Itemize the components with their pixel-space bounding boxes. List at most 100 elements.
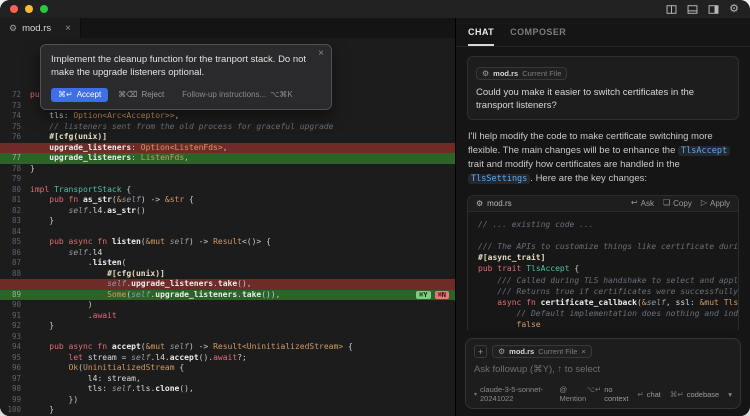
line-number <box>0 279 30 290</box>
toggle-sidebar-right-icon[interactable] <box>707 3 719 15</box>
code-line-row[interactable]: 100 } <box>0 405 455 416</box>
code-line-row[interactable]: 97 l4: stream, <box>0 374 455 385</box>
add-context-button[interactable]: + <box>474 345 487 358</box>
remove-context-icon[interactable]: × <box>581 347 585 356</box>
accept-button[interactable]: ⌘↵ Accept <box>51 88 108 102</box>
code-line-row[interactable]: 75 // listeners sent from the old proces… <box>0 122 455 133</box>
line-number: 80 <box>0 185 30 196</box>
chat-pane: CHATCOMPOSER ⚙ mod.rs Current File Could… <box>455 18 750 416</box>
code-line-row[interactable]: 96 Ok(UninitializedStream { <box>0 363 455 374</box>
model-selector[interactable]: ▾ claude-3-5-sonnet-20241022 <box>474 385 549 403</box>
code-token: accept <box>112 342 141 351</box>
line-number: 96 <box>0 363 30 374</box>
no-context-hint[interactable]: ⌥↵no context <box>586 385 628 403</box>
code-token: self <box>112 384 131 393</box>
code-token <box>30 111 49 120</box>
code-token <box>30 342 49 351</box>
code-token: l4 <box>88 374 98 383</box>
code-line-row[interactable]: 80impl TransportStack { <box>0 185 455 196</box>
line-number: 82 <box>0 206 30 217</box>
code-line-row[interactable]: 94 pub async fn accept(&mut self) -> Res… <box>0 342 455 353</box>
chat-input-placeholder[interactable]: Ask followup (⌘Y), ↑ to select <box>474 364 732 375</box>
code-editor[interactable]: 72pub(crate) struct TransportStack {73 l… <box>0 38 455 416</box>
editor-pane: ⚙ mod.rs × 72pub(crate) struct Transport… <box>0 18 455 416</box>
code-token <box>30 248 69 257</box>
code-line-row[interactable]: 82 self.l4.as_str() <box>0 206 455 217</box>
code-line-row[interactable]: 88 #[cfg(unix)] <box>0 269 455 280</box>
code-token: { <box>122 185 132 194</box>
code-line-row[interactable]: 74 tls: Option<Arc<Acceptor>>, <box>0 111 455 122</box>
added-code-line[interactable]: 77 upgrade_listeners: ListenFds, <box>0 153 455 164</box>
code-token: pub trait <box>478 264 521 273</box>
code-token: () <box>136 206 146 215</box>
code-line-row[interactable]: 93 <box>0 332 455 343</box>
code-token: &str <box>165 195 184 204</box>
codebase-hint[interactable]: ⌘↵codebase <box>670 390 719 399</box>
code-line-text: } <box>30 164 455 175</box>
deleted-code-line[interactable]: upgrade_listeners: Option<ListenFds>, <box>0 143 455 154</box>
code-token: : <box>690 298 700 307</box>
minimize-window-button[interactable] <box>25 5 33 13</box>
close-window-button[interactable] <box>10 5 18 13</box>
ask-icon: ↩ <box>631 199 638 207</box>
reject-diff-badge[interactable]: ⌘N <box>435 291 449 299</box>
code-line-row[interactable]: 83 } <box>0 216 455 227</box>
chevron-down-icon[interactable]: ▾ <box>728 390 732 399</box>
context-chip[interactable]: ⚙ mod.rs Current File <box>476 67 567 80</box>
code-token: as_str <box>107 206 136 215</box>
chat-input-box[interactable]: + ⚙ mod.rs Current File × Ask followup (… <box>465 338 741 409</box>
apply-button[interactable]: ▷Apply <box>701 199 730 208</box>
copy-button[interactable]: ❏Copy <box>663 199 692 208</box>
accept-diff-badge[interactable]: ⌘Y <box>416 291 430 299</box>
code-token <box>30 237 49 246</box>
deleted-code-line[interactable]: self.upgrade_listeners.take(), <box>0 279 455 290</box>
settings-gear-icon[interactable]: ⚙ <box>728 3 740 15</box>
close-prompt-icon[interactable]: × <box>318 48 324 59</box>
followup-shortcut: ⌥⌘K <box>270 90 293 99</box>
code-line-row[interactable]: 84 <box>0 227 455 238</box>
titlebar-actions: ⚙ <box>665 3 740 15</box>
close-tab-icon[interactable]: × <box>65 23 71 34</box>
input-context-chip[interactable]: ⚙ mod.rs Current File × <box>492 345 592 358</box>
line-number: 76 <box>0 132 30 143</box>
reject-button[interactable]: ⌘⌫ Reject <box>118 90 164 99</box>
code-token: TlsAccept <box>526 264 569 273</box>
code-line-row[interactable]: 78} <box>0 164 455 175</box>
hint-shortcut: ⌥↵ <box>586 385 601 403</box>
code-line-row[interactable]: 81 pub fn as_str(&self) -> &str { <box>0 195 455 206</box>
followup-instructions-button[interactable]: Follow-up instructions... ⌥⌘K <box>182 90 293 99</box>
code-token: } <box>30 405 54 414</box>
code-line-row[interactable]: 87 .listen( <box>0 258 455 269</box>
code-line-row[interactable]: 91 .await <box>0 311 455 322</box>
code-token: self <box>122 195 141 204</box>
code-line-text <box>30 332 455 343</box>
chat-tab-chat[interactable]: CHAT <box>468 27 494 46</box>
code-line-row[interactable]: 85 pub async fn listen(&mut self) -> Res… <box>0 237 455 248</box>
code-token: pub fn <box>49 195 78 204</box>
added-code-line[interactable]: 89 Some(self.upgrade_listeners.take()),⌘… <box>0 290 455 301</box>
code-line-row[interactable]: 95 let stream = self.l4.accept().await?; <box>0 353 455 364</box>
code-line-text: } <box>30 216 455 227</box>
editor-tab-modrs[interactable]: ⚙ mod.rs × <box>0 18 81 38</box>
toggle-panel-icon[interactable] <box>686 3 698 15</box>
zoom-window-button[interactable] <box>40 5 48 13</box>
code-line-row[interactable]: 76 #[cfg(unix)] <box>0 132 455 143</box>
code-token: , <box>184 153 189 162</box>
split-editor-icon[interactable] <box>665 3 677 15</box>
chat-tab-composer[interactable]: COMPOSER <box>510 27 566 46</box>
code-line-row[interactable]: 90 ) <box>0 300 455 311</box>
code-token: impl <box>30 185 49 194</box>
code-token: tls <box>49 111 63 120</box>
code-line-row[interactable]: 86 self.l4 <box>0 248 455 259</box>
code-token: self <box>69 248 88 257</box>
code-line-row[interactable]: 92 } <box>0 321 455 332</box>
line-number: 86 <box>0 248 30 259</box>
code-line-row[interactable]: 98 tls: self.tls.clone(), <box>0 384 455 395</box>
chat-hint[interactable]: ↵chat <box>637 390 660 399</box>
mention-button[interactable]: @ Mention <box>559 385 586 403</box>
inline-prompt-buttons: ⌘↵ Accept ⌘⌫ Reject Follow-up instructio… <box>51 88 321 102</box>
code-line-row[interactable]: 99 }) <box>0 395 455 406</box>
code-line-row[interactable]: 79 <box>0 174 455 185</box>
code-token <box>30 374 88 383</box>
ask-button[interactable]: ↩Ask <box>631 199 654 208</box>
